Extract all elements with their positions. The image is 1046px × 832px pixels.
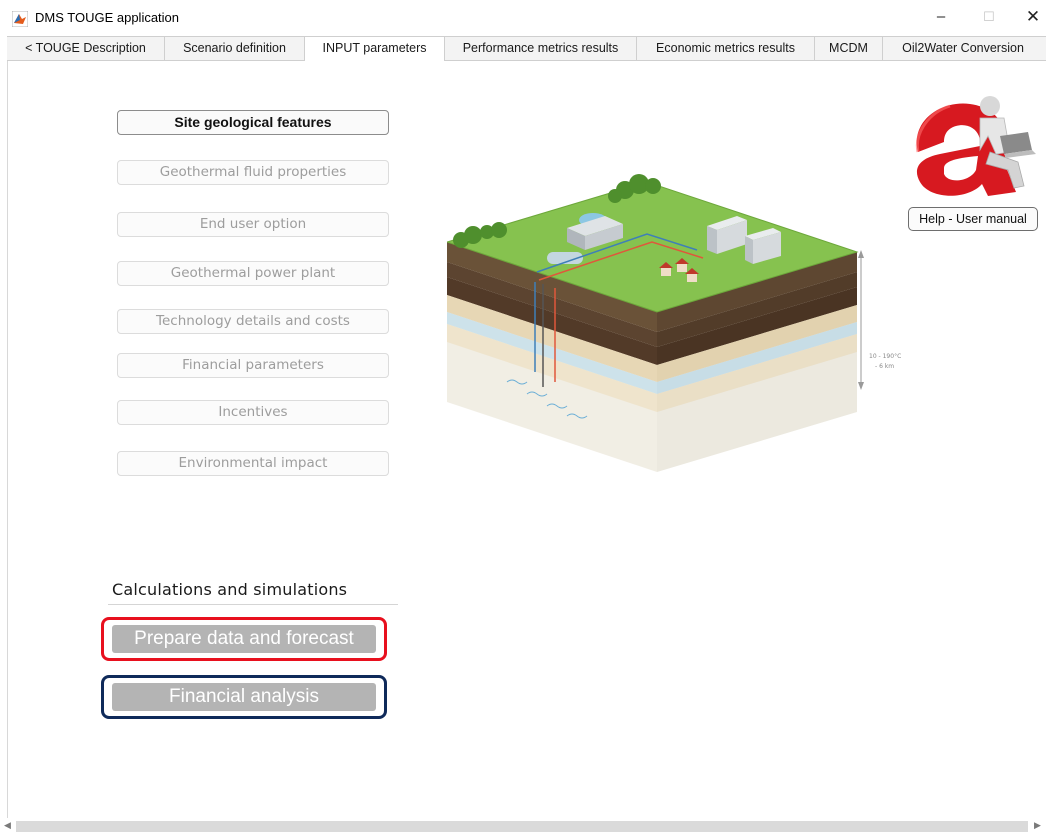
scrollbar-thumb[interactable]: [16, 821, 1028, 832]
tab-input-parameters[interactable]: INPUT parameters: [305, 37, 445, 62]
tab-performance-metrics[interactable]: Performance metrics results: [445, 37, 637, 61]
technology-details-button[interactable]: Technology details and costs: [117, 309, 389, 334]
close-button[interactable]: ✕: [1018, 4, 1046, 30]
tab-mcdm[interactable]: MCDM: [815, 37, 883, 61]
tab-touge-description[interactable]: < TOUGE Description: [7, 37, 165, 61]
tab-strip: < TOUGE Description Scenario definition …: [7, 36, 1046, 62]
geothermal-power-plant-button[interactable]: Geothermal power plant: [117, 261, 389, 286]
window-title: DMS TOUGE application: [35, 10, 180, 25]
maximize-button[interactable]: ☐: [974, 4, 1004, 30]
depth-km-label: - 6 km: [875, 363, 894, 370]
geothermal-site-illustration: 10 - 190°C - 6 km: [447, 174, 901, 472]
tab-economic-metrics[interactable]: Economic metrics results: [637, 37, 815, 61]
tab-scenario-definition[interactable]: Scenario definition: [165, 37, 305, 61]
prepare-data-button[interactable]: Prepare data and forecast: [112, 625, 376, 653]
geothermal-fluid-properties-button[interactable]: Geothermal fluid properties: [117, 160, 389, 185]
horizontal-scrollbar[interactable]: ◀ ▶: [0, 818, 1046, 832]
scroll-left-icon[interactable]: ◀: [4, 820, 11, 831]
prepare-highlight-frame: Prepare data and forecast: [101, 617, 387, 661]
end-user-option-button[interactable]: End user option: [117, 212, 389, 237]
financial-analysis-button[interactable]: Financial analysis: [112, 683, 376, 711]
title-bar: DMS TOUGE application – ☐ ✕: [0, 0, 1046, 36]
environmental-impact-button[interactable]: Environmental impact: [117, 451, 389, 476]
calculations-title: Calculations and simulations: [112, 580, 348, 599]
financial-highlight-frame: Financial analysis: [101, 675, 387, 719]
minimize-button[interactable]: –: [926, 4, 956, 30]
depth-temperature-label: 10 - 190°C: [869, 353, 901, 360]
matlab-app-icon: [12, 11, 28, 27]
financial-parameters-button[interactable]: Financial parameters: [117, 353, 389, 378]
site-geological-features-button[interactable]: Site geological features: [117, 110, 389, 135]
section-divider: [108, 604, 398, 605]
incentives-button[interactable]: Incentives: [117, 400, 389, 425]
help-user-manual-button[interactable]: Help - User manual: [908, 207, 1038, 231]
scroll-right-icon[interactable]: ▶: [1034, 820, 1041, 831]
tab-oil2water[interactable]: Oil2Water Conversion: [883, 37, 1043, 61]
